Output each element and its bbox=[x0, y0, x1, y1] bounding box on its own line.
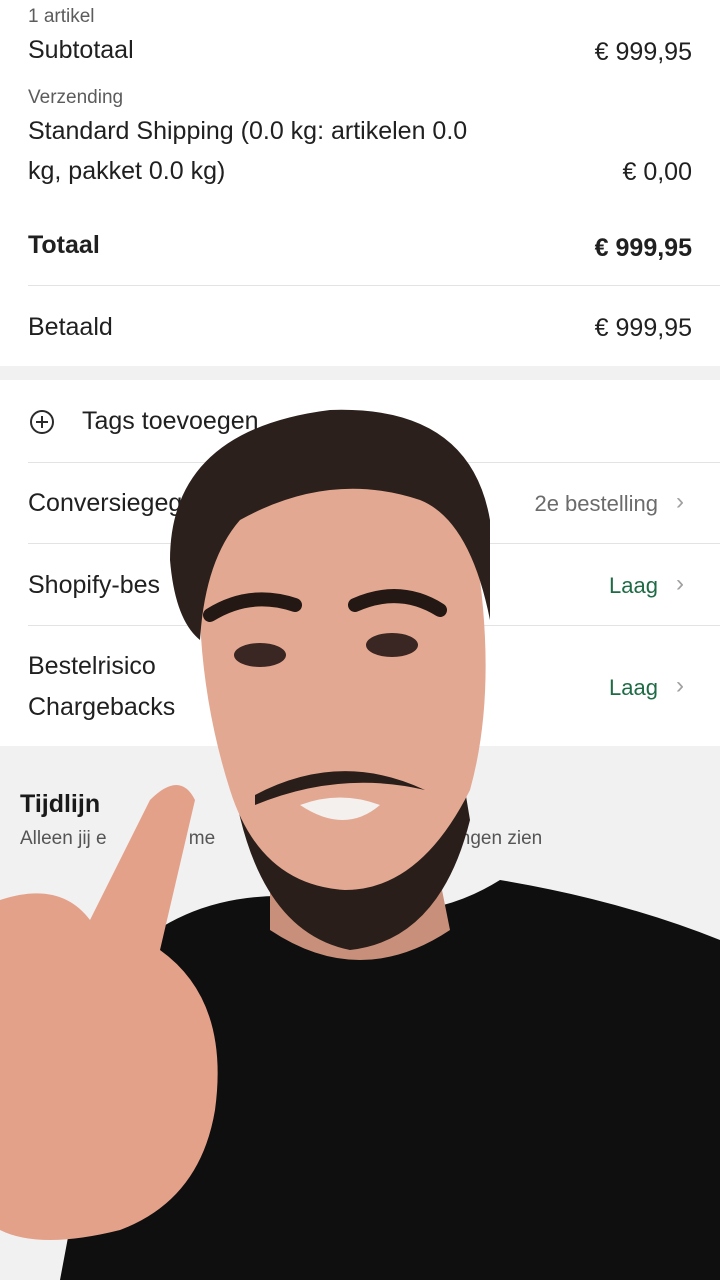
presenter-overlay bbox=[0, 409, 720, 1280]
presenter-hand bbox=[0, 785, 218, 1240]
order-page: 1 artikel Subtotaal € 999,95 Verzending … bbox=[0, 0, 720, 1280]
presenter-eye-right bbox=[366, 633, 418, 657]
presenter-eye-left bbox=[234, 643, 286, 667]
presenter-face bbox=[199, 470, 486, 890]
